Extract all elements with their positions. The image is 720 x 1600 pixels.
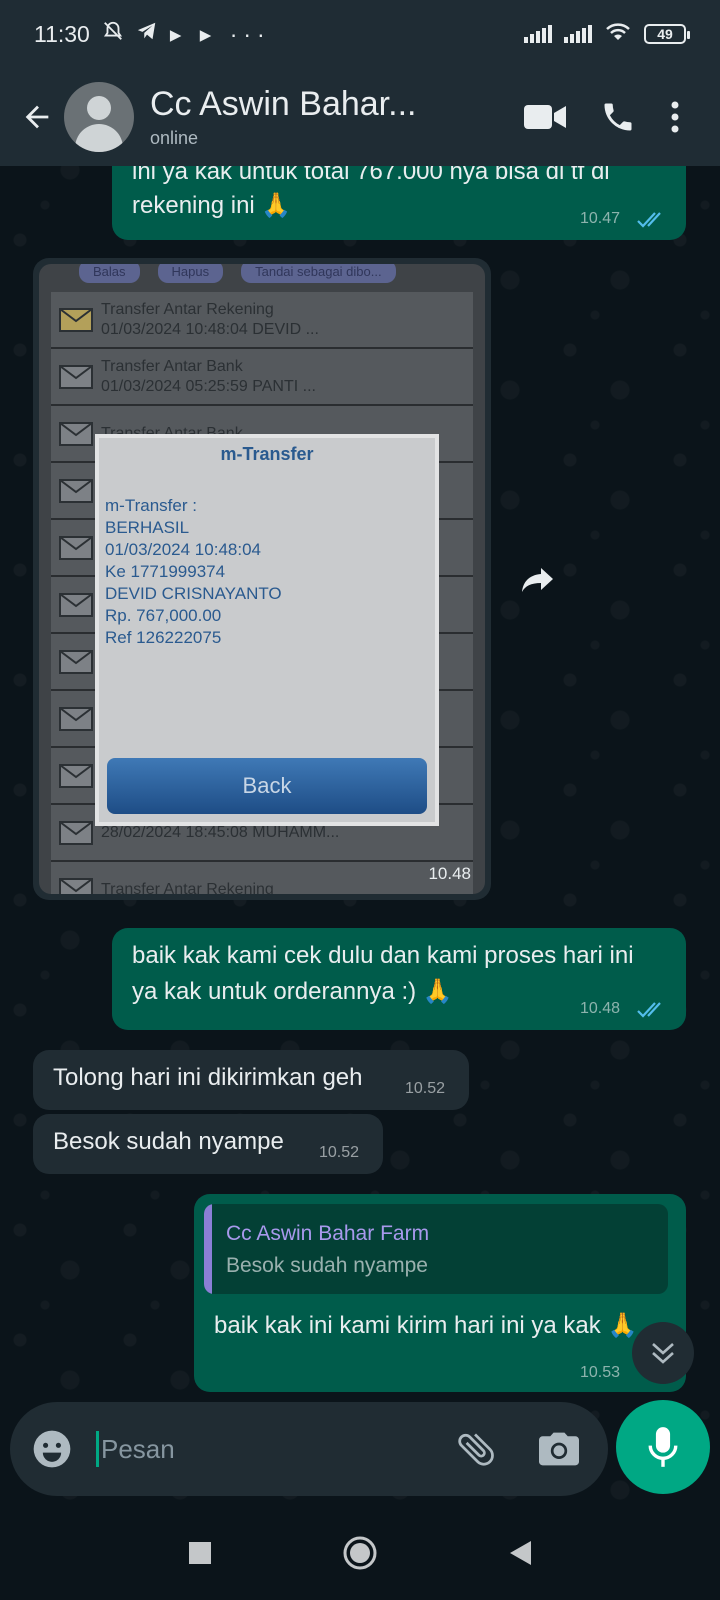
dialog-back-button: Back (107, 758, 427, 814)
message-text: rekening ini 🙏 (132, 192, 292, 219)
dialog-line: BERHASIL (105, 518, 190, 537)
envelope-icon (59, 592, 93, 617)
envelope-icon (59, 706, 93, 731)
camera-icon[interactable] (535, 1425, 583, 1473)
mute-bell-icon (102, 20, 124, 48)
attachment-icon[interactable] (451, 1424, 501, 1474)
status-bar: 11:30 ▸ ▸ ··· 49 (0, 0, 720, 68)
avatar[interactable] (64, 82, 134, 152)
dialog-body: m-Transfer : BERHASIL 01/03/2024 10:48:0… (105, 495, 435, 649)
envelope-icon (59, 877, 93, 894)
contact-name: Cc Aswin Bahar... (150, 85, 417, 123)
signal-icon-2 (564, 25, 592, 43)
voice-call-icon[interactable] (600, 99, 636, 135)
read-ticks-icon (637, 1002, 661, 1018)
quoted-text: Besok sudah nyampe (226, 1254, 428, 1277)
microphone-button[interactable] (616, 1400, 710, 1494)
image-dialog: m-Transfer m-Transfer : BERHASIL 01/03/2… (95, 434, 439, 826)
envelope-icon (59, 478, 93, 503)
forward-icon[interactable] (518, 560, 558, 600)
message-time: 10.48 (428, 864, 471, 883)
image-chips: Balas Hapus Tandai sebagai dibo... (79, 264, 396, 283)
message-composer (10, 1402, 608, 1496)
screenshot-image[interactable]: Balas Hapus Tandai sebagai dibo... Trans… (39, 264, 485, 894)
wifi-icon (604, 20, 632, 48)
image-message[interactable]: Balas Hapus Tandai sebagai dibo... Trans… (33, 258, 491, 900)
incoming-message[interactable]: Besok sudah nyampe 10.52 (33, 1114, 383, 1174)
message-text: Tolong hari ini dikirimkan geh (53, 1064, 363, 1091)
dialog-line: DEVID CRISNAYANTO (105, 584, 282, 603)
envelope-icon (59, 364, 93, 389)
telegram-icon (136, 20, 158, 48)
more-options-icon[interactable] (670, 100, 680, 134)
dialog-line: m-Transfer : (105, 496, 197, 515)
text-cursor (96, 1431, 99, 1467)
home-icon[interactable] (336, 1529, 384, 1577)
image-chip: Hapus (157, 264, 224, 283)
dialog-line: Ke 1771999374 (105, 562, 226, 581)
row-subtitle: 01/03/2024 05:25:59 PANTI ... (101, 377, 316, 395)
image-list-row: Transfer Antar Bank 01/03/2024 05:25:59 P… (51, 349, 473, 406)
message-time: 10.52 (405, 1080, 446, 1097)
contact-status: online (150, 128, 199, 148)
emoji-icon[interactable] (30, 1427, 74, 1471)
message-time: 10.48 (580, 1000, 621, 1017)
back-arrow-icon[interactable] (10, 87, 64, 147)
message-time: 10.53 (580, 1364, 621, 1381)
envelope-icon (59, 535, 93, 560)
quoted-message[interactable]: Cc Aswin Bahar Farm Besok sudah nyampe (204, 1204, 668, 1294)
quoted-sender: Cc Aswin Bahar Farm (226, 1222, 430, 1245)
row-title: Transfer Antar Rekening (101, 880, 274, 895)
message-time: 10.47 (580, 210, 621, 227)
envelope-icon (59, 820, 93, 845)
message-text: baik kak ini kami kirim hari ini ya kak … (214, 1312, 638, 1339)
envelope-icon (59, 307, 93, 332)
dialog-title: m-Transfer (220, 444, 314, 464)
battery-icon: 49 (644, 24, 690, 44)
message-text: Besok sudah nyampe (53, 1128, 284, 1155)
outgoing-message[interactable]: baik kak kami cek dulu dan kami proses h… (112, 928, 686, 1030)
image-list-row: Transfer Antar Rekening (51, 862, 473, 894)
row-subtitle: 01/03/2024 10:48:04 DEVID ... (101, 320, 319, 338)
video-call-icon[interactable] (524, 103, 566, 131)
notification-icons: ▸ ▸ ··· (169, 20, 271, 47)
row-title: Transfer Antar Rekening (101, 300, 274, 318)
incoming-message[interactable]: Tolong hari ini dikirimkan geh 10.52 (33, 1050, 469, 1110)
image-chip: Tandai sebagai dibo... (241, 264, 396, 283)
dialog-line: Rp. 767,000.00 (105, 606, 222, 625)
outgoing-reply-message[interactable]: Cc Aswin Bahar Farm Besok sudah nyampe b… (194, 1194, 686, 1392)
back-nav-icon[interactable] (496, 1529, 544, 1577)
system-navigation-bar (0, 1506, 720, 1600)
envelope-icon (59, 763, 93, 788)
envelope-icon (59, 421, 93, 446)
message-time: 10.52 (319, 1144, 360, 1161)
quote-bar (204, 1204, 212, 1294)
recents-icon[interactable] (176, 1529, 224, 1577)
contact-info[interactable]: Cc Aswin Bahar... online (150, 85, 416, 149)
image-list-row: Transfer Antar Rekening 01/03/2024 10:48:… (51, 292, 473, 349)
message-input[interactable] (101, 1433, 431, 1465)
envelope-icon (59, 649, 93, 674)
scroll-down-button[interactable] (632, 1322, 694, 1384)
signal-icon (524, 25, 552, 43)
row-title: Transfer Antar Bank (101, 357, 243, 375)
chat-header-overlay: Cc Aswin Bahar... online (0, 68, 720, 166)
image-chip: Balas (79, 264, 140, 283)
status-time: 11:30 (34, 20, 90, 47)
read-ticks-icon (637, 212, 661, 228)
dialog-line: Ref 126222075 (105, 628, 222, 647)
dialog-line: 01/03/2024 10:48:04 (105, 540, 261, 559)
